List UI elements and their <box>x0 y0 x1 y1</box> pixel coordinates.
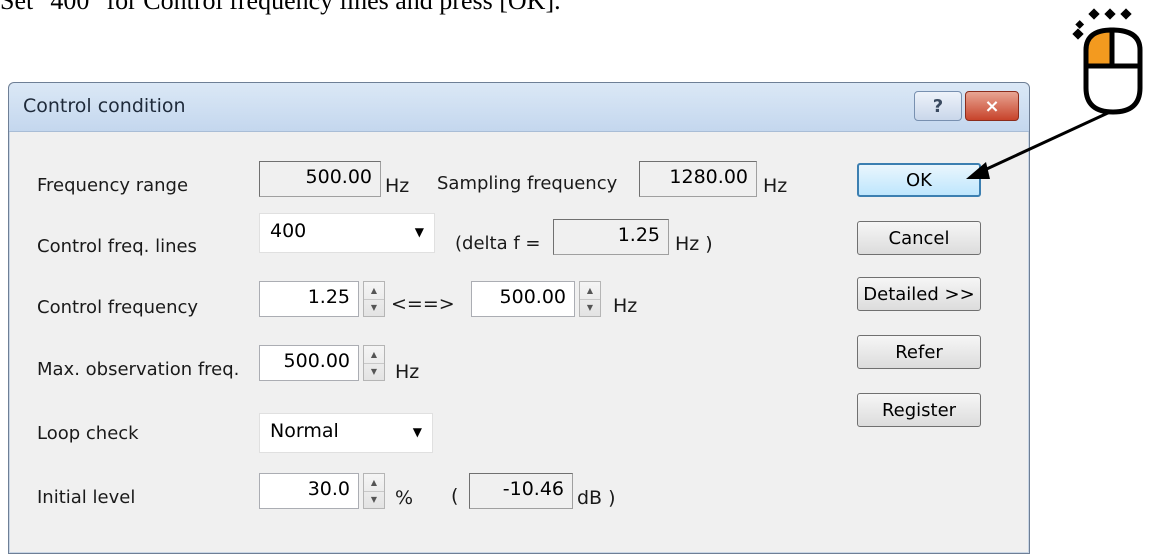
pointer-arrow-icon <box>966 110 1111 179</box>
mouse-click-icon <box>1072 8 1143 115</box>
